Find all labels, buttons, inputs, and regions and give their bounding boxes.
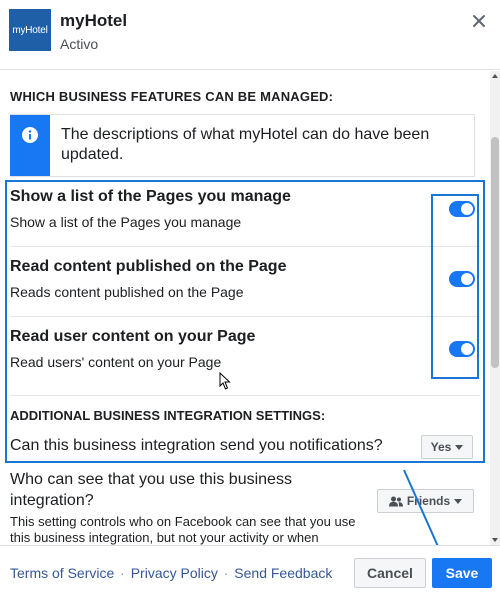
scroll-down-arrow-icon[interactable] [491,536,499,544]
divider [10,316,480,317]
save-button[interactable]: Save [432,558,492,588]
toggle-knob [461,273,473,285]
visibility-description: This setting controls who on Facebook ca… [10,514,356,545]
notice-accent-bar [10,115,50,176]
notifications-dropdown[interactable]: Yes [421,435,473,459]
permission-title: Read user content on your Page [10,328,256,345]
notifications-question: Can this business integration send you n… [10,437,383,454]
link-separator: · [120,565,125,581]
divider [10,395,480,396]
info-icon [22,127,38,143]
additional-settings-title: ADDITIONAL BUSINESS INTEGRATION SETTINGS… [10,408,326,423]
permission-item: Read user content on your Page Read user… [10,328,480,370]
divider [10,246,480,247]
permission-description: Reads content published on the Page [10,284,244,300]
app-logo: myHotel [9,9,51,51]
cancel-button[interactable]: Cancel [354,558,426,588]
notice-text: The descriptions of what myHotel can do … [61,126,430,163]
permission-item: Show a list of the Pages you manage Show… [10,188,480,230]
close-icon[interactable] [470,12,488,30]
chevron-down-icon [454,498,463,504]
visibility-question: Who can see that you use this business i… [10,471,292,509]
send-feedback-link[interactable]: Send Feedback [234,565,332,581]
update-notice: The descriptions of what myHotel can do … [10,114,475,177]
scroll-up-arrow-icon[interactable] [491,72,499,80]
permission-item: Read content published on the Page Reads… [10,258,480,300]
permission-toggle[interactable] [449,341,475,357]
scrollbar-thumb[interactable] [491,137,499,368]
notifications-dropdown-value: Yes [430,440,452,454]
mouse-cursor-icon [219,372,231,390]
footer-links: Terms of Service · Privacy Policy · Send… [10,565,332,581]
permission-toggle[interactable] [449,201,475,217]
permission-description: Show a list of the Pages you manage [10,214,242,230]
link-separator: · [223,565,229,581]
terms-of-service-link[interactable]: Terms of Service [10,565,114,581]
permission-toggle[interactable] [449,271,475,287]
dialog-footer: Terms of Service · Privacy Policy · Send… [0,545,500,598]
privacy-policy-link[interactable]: Privacy Policy [131,565,218,581]
permission-title: Show a list of the Pages you manage [10,188,291,205]
app-status: Activo [60,36,99,52]
toggle-knob [461,343,473,355]
visibility-dropdown[interactable]: Friends [377,489,474,513]
friends-icon [388,496,403,506]
app-name: myHotel [60,11,128,30]
toggle-knob [461,203,473,215]
permission-title: Read content published on the Page [10,258,287,275]
app-logo-text: myHotel [12,24,48,36]
visibility-dropdown-value: Friends [406,494,451,508]
permission-description: Read users' content on your Page [10,354,222,370]
section-title: WHICH BUSINESS FEATURES CAN BE MANAGED: [10,89,334,104]
chevron-down-icon [455,444,464,450]
dialog-header: myHotel myHotel Activo [0,0,500,70]
